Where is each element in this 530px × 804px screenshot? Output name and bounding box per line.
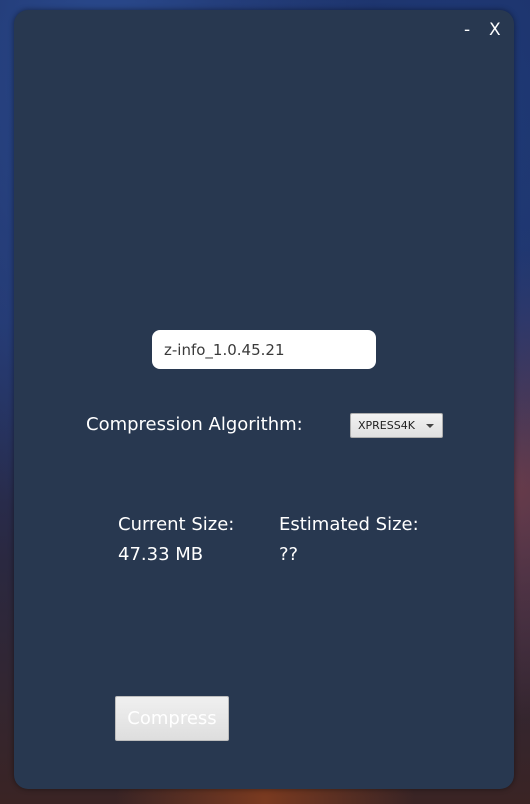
chevron-down-icon [426,424,434,428]
current-size-label: Current Size: [118,514,235,535]
app-window: - X Compression Algorithm: XPRESS4K Curr… [14,10,514,789]
estimated-size-label: Estimated Size: [279,514,419,535]
selected-algorithm: XPRESS4K [358,419,415,432]
estimated-size-value: ?? [279,544,299,565]
minimize-button[interactable]: - [464,18,470,42]
close-button[interactable]: X [489,18,501,42]
compression-algorithm-label: Compression Algorithm: [86,414,303,435]
program-name-input[interactable] [152,330,376,369]
current-size-value: 47.33 MB [118,544,204,565]
compress-button[interactable]: Compress [115,696,229,741]
compression-algorithm-dropdown[interactable]: XPRESS4K [350,413,443,438]
